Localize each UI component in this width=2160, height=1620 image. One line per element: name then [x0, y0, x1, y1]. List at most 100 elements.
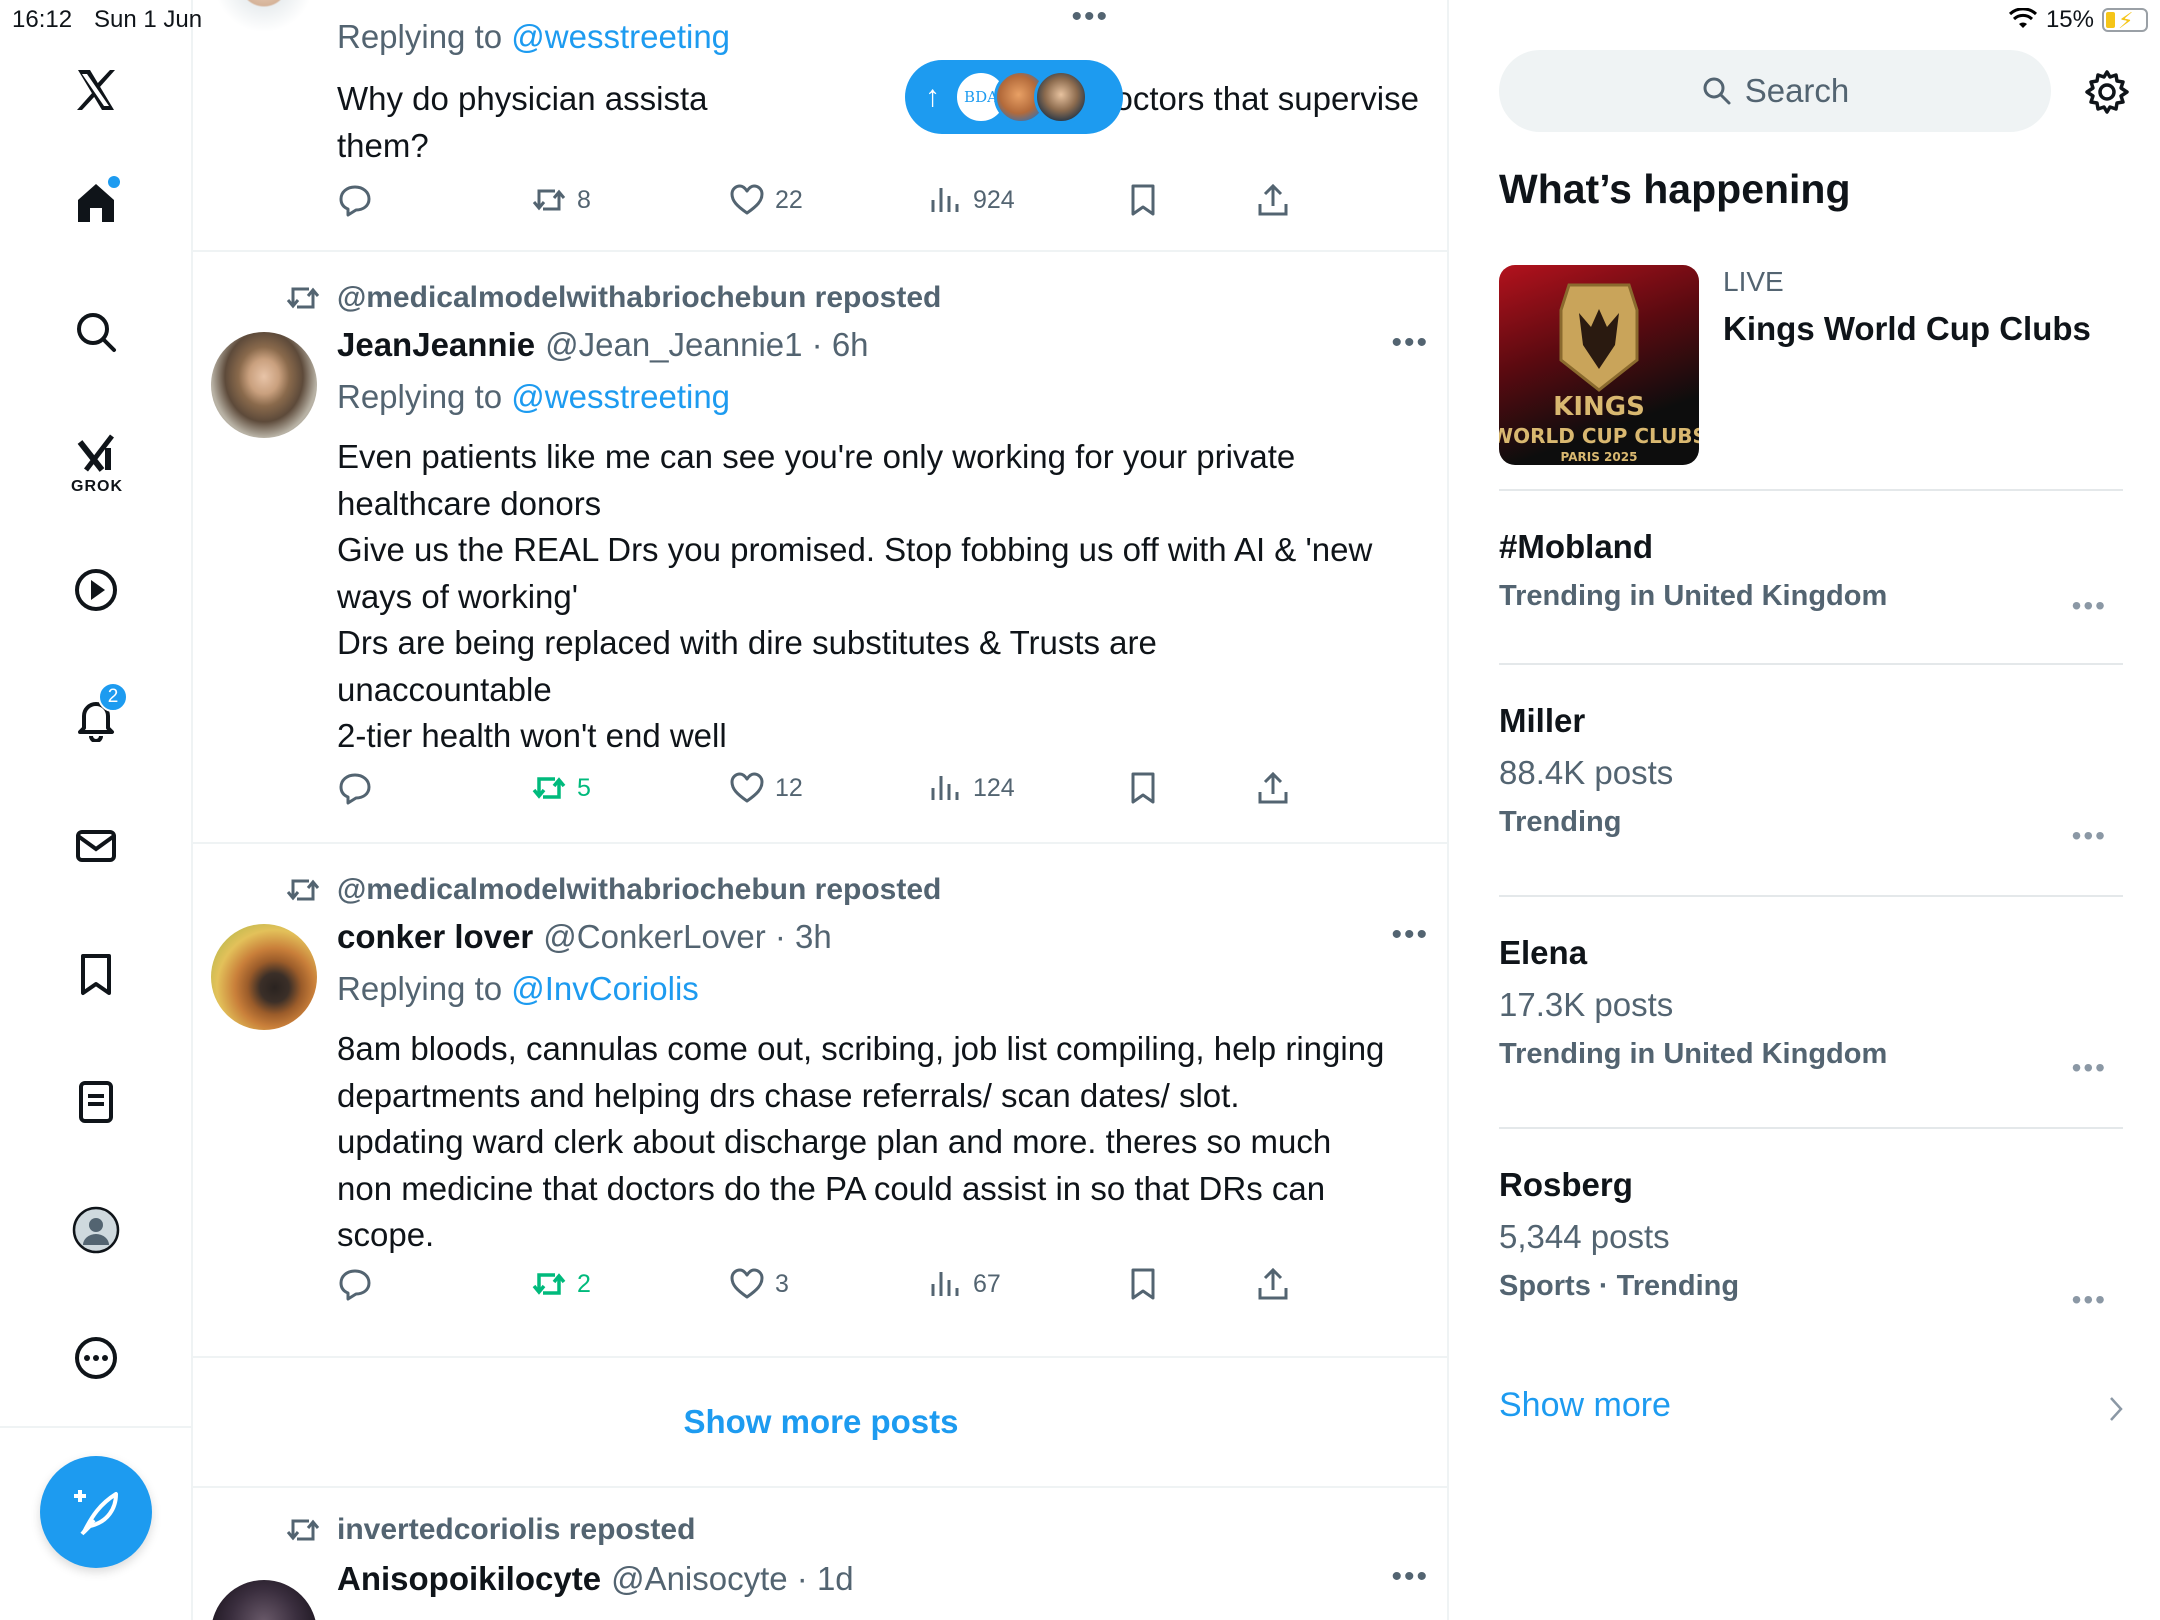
replying-prefix: Replying to	[337, 378, 512, 415]
repost-button[interactable]: 2	[531, 1266, 591, 1302]
author-row[interactable]: conker lover @ConkerLover · 3h	[337, 918, 832, 956]
views-button[interactable]: 124	[927, 770, 1015, 806]
share-button[interactable]	[1255, 1266, 1291, 1302]
repost-count: 5	[577, 773, 591, 802]
trend-more-dots-icon[interactable]: •••	[2072, 820, 2107, 852]
messages-envelope-icon[interactable]	[66, 816, 126, 876]
reposted-by-text: invertedcoriolis reposted	[337, 1513, 696, 1546]
explore-search-icon[interactable]	[66, 302, 126, 362]
share-button[interactable]	[1255, 770, 1291, 806]
like-button[interactable]: 3	[729, 1266, 789, 1302]
live-event-title[interactable]: Kings World Cup Clubs	[1723, 310, 2091, 348]
post-body: Why do physician assista than the doctors…	[337, 76, 1427, 169]
grok-label: GROK	[71, 478, 123, 495]
post-avatar[interactable]	[211, 924, 317, 1030]
arrow-up-icon: ↑	[925, 80, 940, 113]
more-options-icon[interactable]	[66, 1328, 126, 1388]
repost-icon	[532, 189, 566, 211]
share-upload-icon	[1258, 183, 1288, 216]
repost-small-icon	[286, 287, 320, 309]
trend-post-count: 17.3K posts	[1499, 986, 1674, 1023]
trend-item[interactable]: #Mobland Trending in United Kingdom •••	[1499, 528, 2123, 621]
trend-more-dots-icon[interactable]: •••	[2072, 1052, 2107, 1084]
timeline: ••• Replying to @wesstreeting Why do phy…	[193, 0, 1449, 1620]
author-row[interactable]: Anisopoikilocyte @Anisocyte · 1d	[337, 1560, 854, 1598]
status-time: 16:12	[12, 6, 73, 33]
author-handle[interactable]: @Jean_Jeannie1 · 6h	[545, 326, 868, 363]
notifications-bell-icon[interactable]: 2	[66, 682, 128, 748]
right-column: Search What’s happening KINGS WORLD CUP …	[1449, 0, 2160, 1620]
trend-more-dots-icon[interactable]: •••	[2072, 590, 2107, 622]
post-avatar[interactable]	[211, 332, 317, 438]
x-logo-icon[interactable]	[66, 60, 126, 120]
post-text-line: healthcare donors	[337, 484, 602, 522]
like-button[interactable]: 22	[729, 182, 803, 218]
share-upload-icon	[1258, 771, 1288, 804]
video-play-icon[interactable]	[66, 560, 126, 620]
author-handle[interactable]: @ConkerLover · 3h	[543, 918, 831, 955]
author-name[interactable]: Anisopoikilocyte	[337, 1560, 601, 1597]
views-button[interactable]: 67	[927, 1266, 1001, 1302]
post-actions: 8 22 924	[337, 182, 1337, 226]
bookmark-button[interactable]	[1125, 182, 1161, 218]
settings-gear-icon[interactable]	[2083, 68, 2131, 116]
live-event-thumbnail[interactable]: KINGS WORLD CUP CLUBS PARIS 2025	[1499, 265, 1699, 465]
post-text-line: 8am bloods, cannulas come out, scribing,…	[337, 1030, 1385, 1067]
kings-crest-icon: KINGS WORLD CUP CLUBS PARIS 2025	[1499, 283, 1699, 464]
author-name[interactable]: conker lover	[337, 918, 533, 955]
reply-button[interactable]	[337, 182, 373, 218]
more-dots-icon[interactable]: •••	[1391, 326, 1429, 360]
views-button[interactable]: 924	[927, 182, 1015, 218]
post-avatar[interactable]	[211, 1580, 317, 1620]
post-text-line: ways of working'	[337, 577, 579, 615]
post-actions: 5 12 124	[337, 770, 1337, 814]
new-posts-pill[interactable]: ↑ BDA	[905, 60, 1123, 134]
share-button[interactable]	[1255, 182, 1291, 218]
search-input[interactable]: Search	[1499, 50, 2051, 132]
author-name[interactable]: JeanJeannie	[337, 326, 535, 363]
lists-icon[interactable]	[66, 1072, 126, 1132]
post[interactable]: @medicalmodelwithabriochebun reposted Je…	[193, 252, 1447, 844]
trend-meta: Trending in United Kingdom	[1499, 580, 1888, 612]
like-button[interactable]: 12	[729, 770, 803, 806]
search-icon	[1703, 77, 1731, 105]
trend-item[interactable]: Miller 88.4K posts Trending •••	[1499, 702, 2123, 851]
search-placeholder: Search	[1744, 72, 1850, 109]
replying-link[interactable]: @wesstreeting	[511, 378, 730, 415]
repost-button[interactable]: 8	[531, 182, 591, 218]
replying-to: Replying to @InvCoriolis	[337, 970, 699, 1008]
post[interactable]: @medicalmodelwithabriochebun reposted co…	[193, 844, 1447, 1358]
profile-avatar-icon[interactable]	[66, 1200, 126, 1260]
bookmarks-icon[interactable]	[66, 944, 126, 1004]
repost-icon	[532, 777, 566, 799]
repost-button[interactable]: 5	[531, 770, 591, 806]
status-bar: 16:12 Sun 1 Jun 15% ⚡	[0, 0, 2160, 40]
show-more-posts-button[interactable]: Show more posts	[193, 1358, 1447, 1488]
grok-icon[interactable]	[66, 424, 126, 484]
reply-button[interactable]	[337, 770, 373, 806]
home-icon[interactable]	[66, 172, 126, 232]
post-body: 8am bloods, cannulas come out, scribing,…	[337, 1026, 1427, 1259]
replying-link[interactable]: @InvCoriolis	[511, 970, 699, 1007]
more-dots-icon[interactable]: •••	[1391, 918, 1429, 952]
status-right: 15% ⚡	[2008, 6, 2148, 34]
trend-item[interactable]: Rosberg 5,344 posts Sports · Trending ••…	[1499, 1166, 2123, 1315]
repost-count: 2	[577, 1269, 591, 1298]
trend-divider	[1499, 663, 2123, 665]
nav-divider	[0, 1426, 193, 1428]
bookmark-button[interactable]	[1125, 770, 1161, 806]
trend-more-dots-icon[interactable]: •••	[2072, 1284, 2107, 1316]
battery-icon: ⚡	[2102, 8, 2148, 33]
more-dots-icon[interactable]: •••	[1391, 1560, 1429, 1594]
post[interactable]: invertedcoriolis reposted Anisopoikilocy…	[193, 1488, 1447, 1620]
reply-button[interactable]	[337, 1266, 373, 1302]
trend-name: Elena	[1499, 934, 1588, 971]
author-row[interactable]: JeanJeannie @Jean_Jeannie1 · 6h	[337, 326, 869, 364]
chevron-right-icon[interactable]	[2107, 1394, 2125, 1424]
trend-item[interactable]: Elena 17.3K posts Trending in United Kin…	[1499, 934, 2123, 1083]
show-more-trends-link[interactable]: Show more	[1499, 1386, 1671, 1425]
post-text-line: scope.	[337, 1216, 435, 1253]
compose-post-button[interactable]	[40, 1456, 152, 1568]
bookmark-button[interactable]	[1125, 1266, 1161, 1302]
author-handle[interactable]: @Anisocyte · 1d	[611, 1560, 854, 1597]
